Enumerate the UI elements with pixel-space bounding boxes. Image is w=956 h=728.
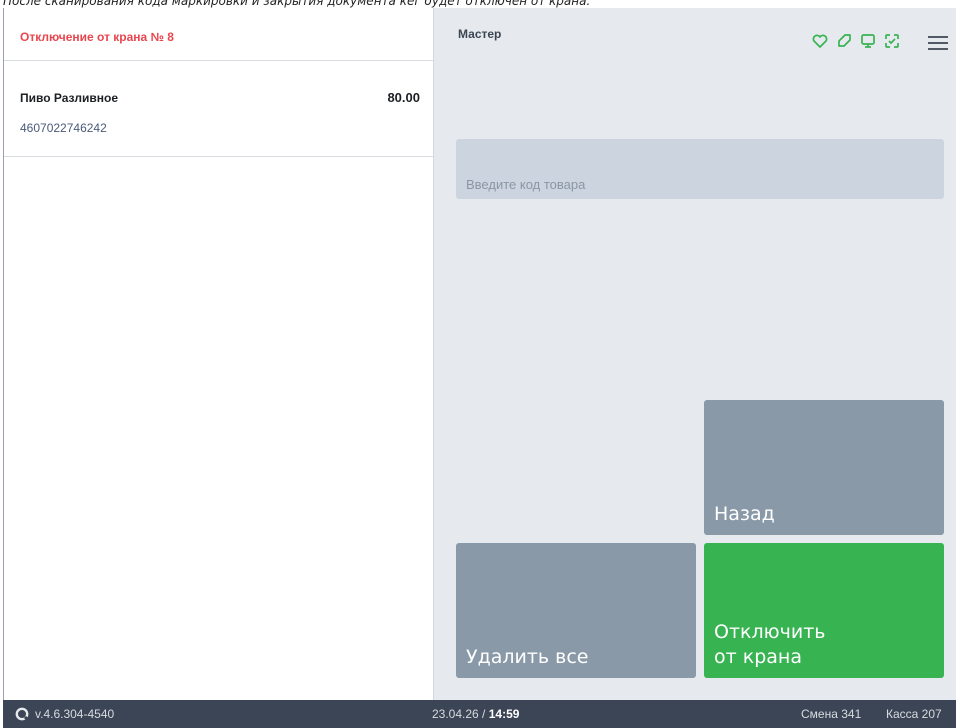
delete-all-button[interactable]: Удалить все — [456, 543, 696, 678]
menu-icon[interactable] — [927, 34, 949, 52]
page-caption: После сканирования кода маркировки и зак… — [3, 0, 591, 8]
item-name: Пиво Разливное — [20, 91, 118, 105]
date-time: 23.04.26 / 14:59 — [432, 707, 519, 721]
status-date: 23.04.26 / — [432, 707, 489, 721]
pos-window: Отключение от крана № 8 Пиво Разливное 8… — [3, 8, 956, 700]
document-panel: Отключение от крана № 8 Пиво Разливное 8… — [4, 8, 434, 700]
tag-icon[interactable] — [835, 32, 853, 50]
app-logo-icon — [15, 707, 29, 721]
control-panel: Мастер Назад Удалить все Отключить от кр… — [434, 8, 956, 700]
shift-number: Смена 341 — [801, 707, 862, 721]
scan-icon[interactable] — [883, 32, 901, 50]
document-title: Отключение от крана № 8 — [20, 30, 174, 44]
disconnect-from-tap-button[interactable]: Отключить от крана — [704, 543, 944, 678]
item-price: 80.00 — [387, 90, 420, 105]
app-version: v.4.6.304-4540 — [35, 707, 115, 721]
back-button[interactable]: Назад — [704, 400, 944, 535]
item-code: 4607022746242 — [20, 121, 107, 135]
product-code-input[interactable] — [456, 139, 944, 199]
list-item[interactable]: Пиво Разливное 80.00 4607022746242 — [4, 61, 434, 157]
status-time: 14:59 — [488, 707, 520, 721]
user-name: Мастер — [458, 27, 502, 41]
register-number: Касса 207 — [886, 707, 942, 721]
heart-icon[interactable] — [811, 32, 829, 50]
status-bar: v.4.6.304-4540 23.04.26 / 14:59 Смена 34… — [3, 700, 956, 728]
header-icons — [811, 32, 901, 50]
monitor-icon[interactable] — [859, 32, 877, 50]
